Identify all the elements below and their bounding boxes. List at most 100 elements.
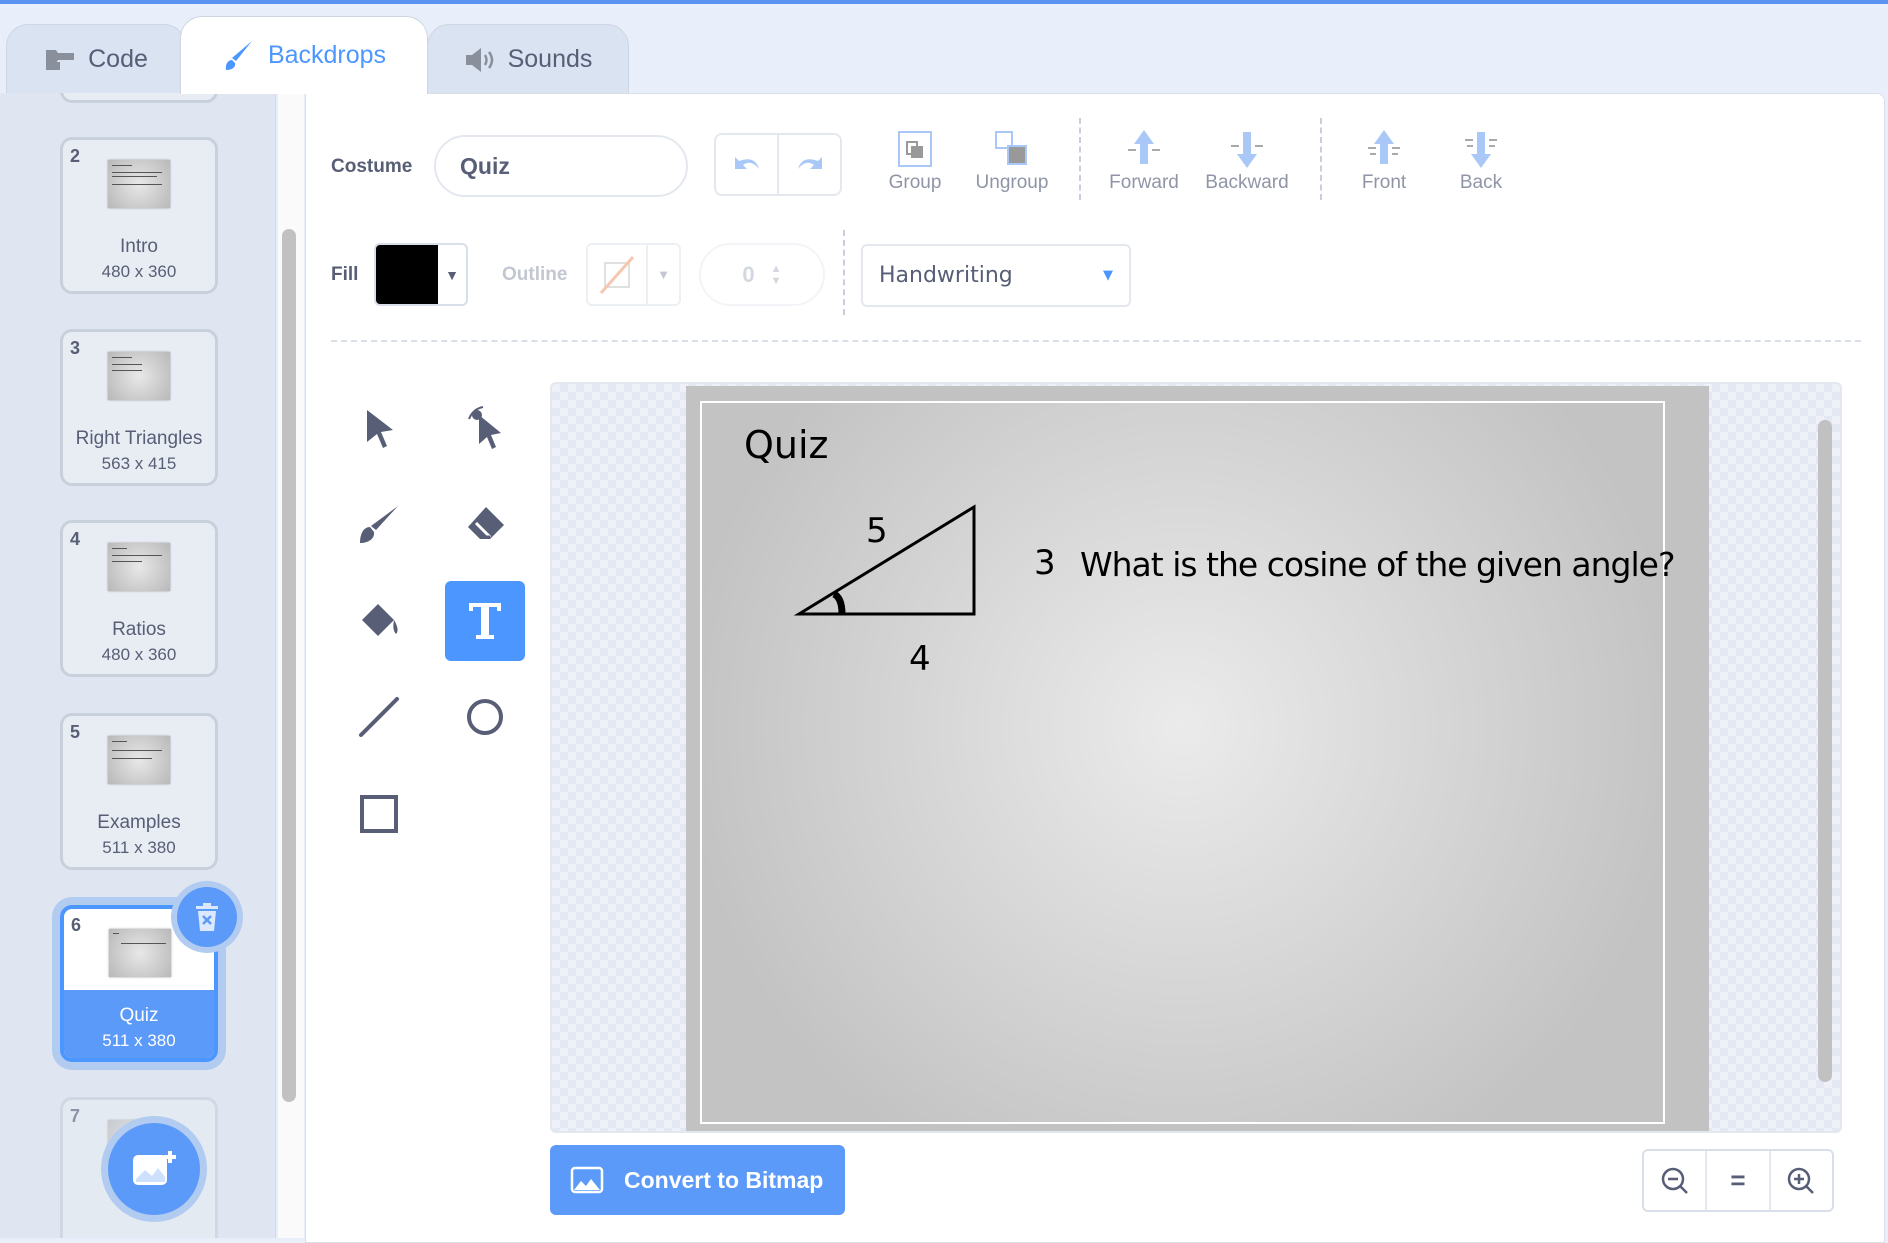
tab-label: Backdrops [267, 41, 387, 69]
zoom-out-button[interactable] [1644, 1151, 1708, 1210]
hypotenuse-label[interactable]: 5 [866, 511, 888, 551]
circle-icon [467, 699, 503, 735]
forward-label: Forward [1109, 172, 1179, 193]
trash-icon [196, 903, 218, 931]
tool-eraser[interactable] [445, 485, 525, 565]
outline-width-input[interactable]: 0 ▲ ▼ [699, 243, 825, 306]
reshape-icon [468, 406, 501, 449]
delete-backdrop-button[interactable] [177, 887, 237, 947]
undo-redo-group [714, 133, 842, 196]
back-label: Back [1459, 172, 1503, 193]
font-dropdown[interactable]: Handwriting ▼ [861, 244, 1131, 307]
redo-icon [797, 156, 822, 169]
speaker-icon [465, 47, 493, 72]
forward-icon [1128, 130, 1160, 164]
backdrop-card[interactable]: 2 Intro 480 x 360 [60, 137, 218, 294]
backdrop-name: Quiz [119, 1005, 159, 1026]
tool-select[interactable] [339, 388, 419, 468]
tab-backdrops[interactable]: Backdrops [180, 16, 428, 94]
fill-label: Fill [331, 264, 359, 285]
chevron-down-icon: ▼ [1103, 268, 1113, 283]
back-button[interactable]: Back [1436, 128, 1526, 194]
group-label: Group [888, 172, 942, 193]
paint-canvas[interactable]: Quiz 5 3 4 What is the cosine of the giv… [550, 382, 1842, 1133]
backdrop-name: Right Triangles [75, 428, 203, 449]
redo-button[interactable] [779, 135, 840, 194]
backdrop-thumbnail [108, 160, 170, 208]
add-image-icon [133, 1151, 176, 1185]
tab-sounds[interactable]: Sounds [427, 24, 629, 94]
back-icon [1465, 132, 1497, 168]
costume-label: Costume [331, 156, 413, 177]
backdrop-number: 7 [70, 1106, 81, 1126]
zoom-in-button[interactable] [1771, 1151, 1832, 1210]
front-icon [1368, 130, 1400, 164]
outline-label: Outline [502, 264, 568, 285]
backdrop-card[interactable]: 5 Examples 511 x 380 [60, 713, 218, 870]
backdrop-size: 563 x 415 [101, 454, 177, 473]
group-button[interactable]: Group [870, 128, 960, 194]
tab-label: Sounds [507, 45, 593, 73]
backdrop-size: 480 x 360 [101, 262, 177, 281]
group-icon [898, 131, 932, 167]
forward-button[interactable]: Forward [1099, 128, 1189, 194]
zoom-reset-button[interactable]: = [1707, 1151, 1771, 1210]
ungroup-button[interactable]: Ungroup [967, 128, 1057, 194]
no-color-icon [599, 255, 635, 294]
backdrop-number: 6 [71, 915, 82, 935]
divider [843, 230, 845, 315]
stepper-arrows-icon[interactable]: ▲ ▼ [771, 263, 782, 287]
question-text[interactable]: What is the cosine of the given angle? [1080, 545, 1675, 584]
code-blocks-icon [46, 49, 75, 70]
backward-label: Backward [1205, 172, 1289, 193]
tab-code[interactable]: Code [6, 24, 186, 94]
line-icon [359, 697, 399, 737]
backdrop-number: 4 [70, 529, 81, 549]
tool-line[interactable] [339, 677, 419, 757]
zoom-controls: = [1642, 1149, 1834, 1212]
costume-name-input[interactable]: Quiz [434, 135, 688, 197]
tool-rectangle[interactable] [339, 774, 419, 854]
paintbrush-icon [225, 40, 252, 70]
front-button[interactable]: Front [1339, 128, 1429, 194]
ungroup-icon [995, 131, 1027, 165]
tab-label: Code [88, 45, 148, 73]
add-backdrop-button[interactable] [108, 1123, 200, 1215]
rectangle-icon [360, 795, 398, 833]
backdrop-size: 511 x 380 [102, 1031, 176, 1050]
tool-reshape[interactable] [445, 388, 525, 468]
text-icon [469, 603, 501, 639]
tool-text[interactable] [445, 581, 525, 661]
tool-circle[interactable] [445, 677, 525, 757]
canvas-scrollbar[interactable] [1818, 420, 1832, 1082]
eraser-icon [468, 507, 504, 539]
outline-width-value: 0 [742, 261, 755, 287]
tool-fill[interactable] [339, 581, 419, 661]
font-value: Handwriting [879, 263, 1013, 288]
quiz-title-text[interactable]: Quiz [744, 423, 829, 467]
sidebar-scrollbar[interactable] [282, 229, 296, 1102]
tool-brush[interactable] [339, 485, 419, 565]
backdrop-card-partial[interactable] [60, 93, 218, 103]
chevron-down-icon: ▼ [657, 267, 670, 282]
fill-color-picker[interactable]: ▼ [374, 243, 468, 306]
convert-to-bitmap-button[interactable]: Convert to Bitmap [550, 1145, 845, 1215]
backdrop-thumbnail [108, 736, 170, 784]
adjacent-label[interactable]: 4 [909, 639, 931, 679]
backdrop-card[interactable]: 3 Right Triangles 563 x 415 [60, 329, 218, 486]
backdrop-content[interactable]: Quiz 5 3 4 What is the cosine of the giv… [700, 401, 1675, 1124]
paintbrush-icon [360, 506, 398, 543]
backdrop-number: 3 [70, 338, 81, 358]
backdrop-thumbnail [108, 543, 170, 591]
chevron-down-icon: ▼ [445, 266, 459, 283]
backdrop-size: 511 x 380 [102, 838, 176, 857]
no-outline-swatch [588, 245, 648, 304]
outline-color-picker[interactable]: ▼ [586, 243, 681, 306]
backdrop-card[interactable]: 4 Ratios 480 x 360 [60, 520, 218, 677]
opposite-label[interactable]: 3 [1034, 543, 1056, 583]
backdrop-number: 5 [70, 722, 81, 742]
undo-button[interactable] [716, 135, 779, 194]
backward-button[interactable]: Backward [1202, 128, 1292, 194]
backdrop-name: Ratios [112, 619, 166, 640]
backward-icon [1231, 132, 1263, 168]
